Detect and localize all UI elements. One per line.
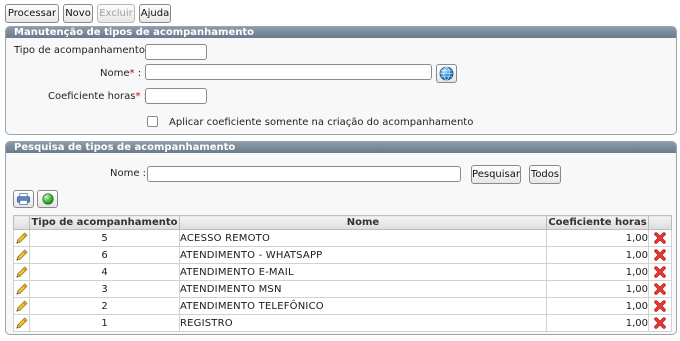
edit-button[interactable] — [13, 280, 30, 298]
pencil-icon — [16, 316, 28, 329]
table-row[interactable]: 1 REGISTRO 1,00 — [13, 314, 672, 332]
table-row[interactable]: 4 ATENDIMENTO E-MAIL 1,00 — [13, 263, 672, 281]
edit-button[interactable] — [13, 229, 30, 247]
pesquisa-nome-label: Nome : — [110, 168, 147, 179]
col-nome[interactable]: Nome — [179, 215, 547, 230]
pesquisar-button[interactable]: Pesquisar — [471, 165, 521, 184]
coef-cell: 1,00 — [546, 297, 649, 315]
table-row[interactable]: 6 ATENDIMENTO - WHATSAPP 1,00 — [13, 246, 672, 264]
pencil-icon — [16, 299, 28, 312]
nome-cell: ATENDIMENTO - WHATSAPP — [179, 246, 547, 264]
coef-cell: 1,00 — [546, 229, 649, 247]
delete-button[interactable] — [648, 229, 672, 247]
table-row[interactable]: 2 ATENDIMENTO TELEFÔNICO 1,00 — [13, 297, 672, 315]
pencil-icon — [16, 265, 28, 278]
edit-button[interactable] — [13, 263, 30, 281]
nome-input[interactable] — [145, 64, 432, 80]
novo-button[interactable]: Novo — [63, 4, 93, 23]
tipo-cell: 5 — [29, 229, 180, 247]
delete-button[interactable] — [648, 246, 672, 264]
todos-button[interactable]: Todos — [529, 165, 561, 184]
pencil-icon — [16, 282, 28, 295]
coef-label: Coeficiente horas* : — [48, 91, 147, 102]
delete-button[interactable] — [648, 297, 672, 315]
globe-icon — [439, 66, 454, 81]
coef-input[interactable] — [145, 88, 207, 104]
excluir-button: Excluir — [97, 4, 135, 23]
edit-button[interactable] — [13, 314, 30, 332]
status-button[interactable] — [37, 190, 58, 208]
pesquisa-title: Pesquisa de tipos de acompanhamento — [6, 142, 676, 153]
delete-x-icon — [654, 232, 666, 244]
manutencao-panel: Manutenção de tipos de acompanhamento Ti… — [5, 26, 677, 135]
tipo-cell: 6 — [29, 246, 180, 264]
aplicar-coef-checkbox[interactable] — [147, 116, 158, 127]
coef-cell: 1,00 — [546, 280, 649, 298]
ajuda-button[interactable]: Ajuda — [139, 4, 171, 23]
toolbar: Processar Novo Excluir Ajuda — [5, 4, 171, 23]
edit-button[interactable] — [13, 297, 30, 315]
delete-button[interactable] — [648, 314, 672, 332]
nome-cell: REGISTRO — [179, 314, 547, 332]
tipo-cell: 1 — [29, 314, 180, 332]
table-row[interactable]: 3 ATENDIMENTO MSN 1,00 — [13, 280, 672, 298]
pencil-icon — [16, 248, 28, 261]
coef-cell: 1,00 — [546, 314, 649, 332]
tipo-label: Tipo de acompanhamento : — [14, 45, 152, 56]
delete-button[interactable] — [648, 280, 672, 298]
delete-x-icon — [654, 249, 666, 261]
tipo-input[interactable] — [145, 44, 207, 60]
lookup-button[interactable] — [436, 64, 457, 83]
col-tipo[interactable]: Tipo de acompanhamento — [29, 215, 180, 230]
pesquisa-nome-input[interactable] — [147, 166, 461, 182]
processar-button[interactable]: Processar — [5, 4, 59, 23]
delete-x-icon — [654, 283, 666, 295]
table-header: Tipo de acompanhamento Nome Coeficiente … — [13, 215, 672, 230]
pesquisa-panel: Pesquisa de tipos de acompanhamento Nome… — [5, 141, 677, 335]
nome-label: Nome* : — [100, 68, 142, 79]
nome-cell: ATENDIMENTO MSN — [179, 280, 547, 298]
col-edit — [13, 215, 30, 230]
nome-cell: ATENDIMENTO E-MAIL — [179, 263, 547, 281]
pencil-icon — [16, 231, 28, 244]
delete-x-icon — [654, 266, 666, 278]
coef-cell: 1,00 — [546, 246, 649, 264]
tipo-cell: 3 — [29, 280, 180, 298]
required-mark: * — [135, 91, 141, 102]
tipos-table: Tipo de acompanhamento Nome Coeficiente … — [13, 215, 672, 332]
print-icon — [17, 193, 30, 205]
green-circle-icon — [41, 193, 54, 205]
tipo-cell: 2 — [29, 297, 180, 315]
manutencao-title: Manutenção de tipos de acompanhamento — [6, 27, 676, 38]
aplicar-coef-label: Aplicar coeficiente somente na criação d… — [169, 117, 474, 128]
nome-cell: ATENDIMENTO TELEFÔNICO — [179, 297, 547, 315]
nome-cell: ACESSO REMOTO — [179, 229, 547, 247]
table-row[interactable]: 5 ACESSO REMOTO 1,00 — [13, 229, 672, 247]
tipo-cell: 4 — [29, 263, 180, 281]
col-coef[interactable]: Coeficiente horas — [546, 215, 649, 230]
delete-x-icon — [654, 317, 666, 329]
required-mark: * — [129, 68, 135, 79]
edit-button[interactable] — [13, 246, 30, 264]
coef-cell: 1,00 — [546, 263, 649, 281]
print-button[interactable] — [13, 190, 34, 208]
col-delete — [648, 215, 672, 230]
delete-x-icon — [654, 300, 666, 312]
delete-button[interactable] — [648, 263, 672, 281]
